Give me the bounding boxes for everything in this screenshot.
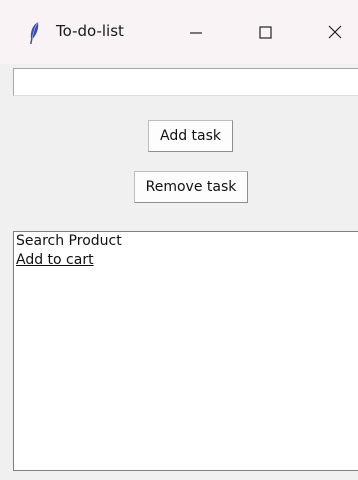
list-item[interactable]: Search Product	[14, 232, 358, 251]
remove-task-button[interactable]: Remove task	[134, 171, 248, 203]
list-item[interactable]: Add to cart	[14, 251, 358, 270]
maximize-icon	[259, 26, 272, 39]
close-icon	[328, 25, 342, 39]
minimize-icon	[190, 32, 202, 34]
task-listbox[interactable]: Search Product Add to cart	[13, 231, 358, 471]
window-title: To-do-list	[56, 22, 124, 40]
title-bar[interactable]: To-do-list	[0, 0, 358, 64]
add-task-button[interactable]: Add task	[148, 120, 233, 152]
minimize-button[interactable]	[176, 14, 216, 50]
app-window: To-do-list Add task Remove task Search P…	[0, 0, 358, 480]
task-input[interactable]	[13, 68, 358, 96]
maximize-button[interactable]	[245, 14, 285, 50]
feather-icon	[28, 21, 40, 45]
close-button[interactable]	[316, 14, 356, 50]
